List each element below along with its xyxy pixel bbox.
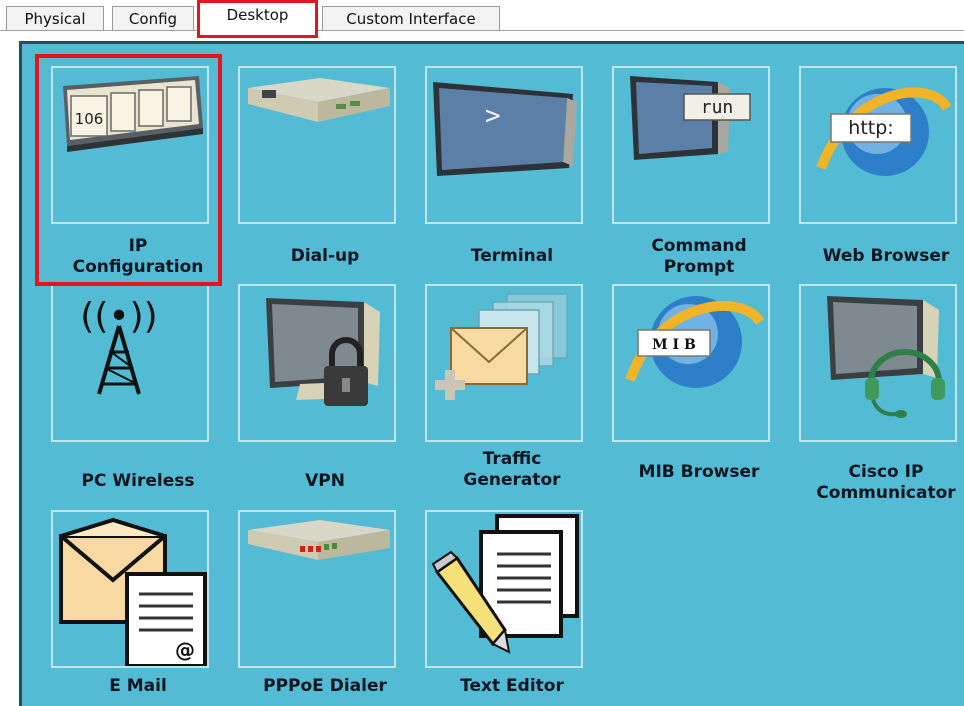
app-label: Web Browser [822,246,950,266]
app-label: Terminal [470,246,554,266]
text-editor-tile[interactable] [425,510,583,668]
app-label: Cisco IP Communicator [816,462,956,503]
modem-icon [248,78,390,122]
wireless-tower-icon: ((•)) [80,296,158,395]
app-label: VPN [305,471,345,491]
text-editor-icon [431,514,579,654]
ip-badge-text: 106 [75,110,104,128]
tab-desktop[interactable]: Desktop [197,0,318,38]
terminal-icon: > [433,82,577,176]
command-prompt-icon: run [630,76,751,160]
app-label: IP Configuration [72,236,204,277]
traffic-generator-tile[interactable] [425,284,583,442]
mib-browser-tile[interactable]: M I B [612,284,770,442]
app-label: PC Wireless [81,471,195,491]
mib-badge-text: M I B [652,337,696,353]
tab-config[interactable]: Config [112,6,194,30]
terminal-prompt-text: > [485,101,501,131]
tab-custom-interface[interactable]: Custom Interface [322,6,500,30]
terminal-tile[interactable]: > [425,66,583,224]
e-mail-tile[interactable]: @ [51,510,209,668]
ip-configuration-tile[interactable]: 106 [51,66,209,224]
tab-physical[interactable]: Physical [6,6,104,30]
app-label: Traffic Generator [463,449,561,490]
pppoe-dialer-icon [248,520,390,560]
http-badge-text: http: [848,117,893,139]
web-browser-tile[interactable]: http: [799,66,957,224]
vpn-lock-icon [266,298,380,406]
cisco-ip-communicator-tile[interactable] [799,284,957,442]
at-sign-text: @ [175,638,195,662]
tab-bar-baseline [0,30,964,31]
app-label: MIB Browser [638,462,760,482]
vpn-tile[interactable] [238,284,396,442]
mib-browser-icon: M I B [625,296,765,388]
app-label: PPPoE Dialer [263,676,387,696]
app-label: E Mail [109,676,167,696]
headset-monitor-icon [827,296,945,418]
tab-bar: Physical Config Desktop Custom Interface [0,0,964,38]
web-browser-icon: http: [816,87,952,176]
email-icon: @ [59,517,207,666]
desktop-panel: 106 IP Configuration Dial-up > Terminal … [19,41,964,706]
traffic-generator-icon [435,293,568,400]
dial-up-tile[interactable] [238,66,396,224]
run-badge-text: run [701,97,734,118]
app-label: Dial-up [290,246,360,266]
app-label: Command Prompt [651,236,747,277]
app-label: Text Editor [460,676,564,696]
command-prompt-tile[interactable]: run [612,66,770,224]
pc-wireless-tile[interactable]: ((•)) [51,284,209,442]
ip-configuration-icon: 106 [63,76,203,152]
pppoe-dialer-tile[interactable] [238,510,396,668]
